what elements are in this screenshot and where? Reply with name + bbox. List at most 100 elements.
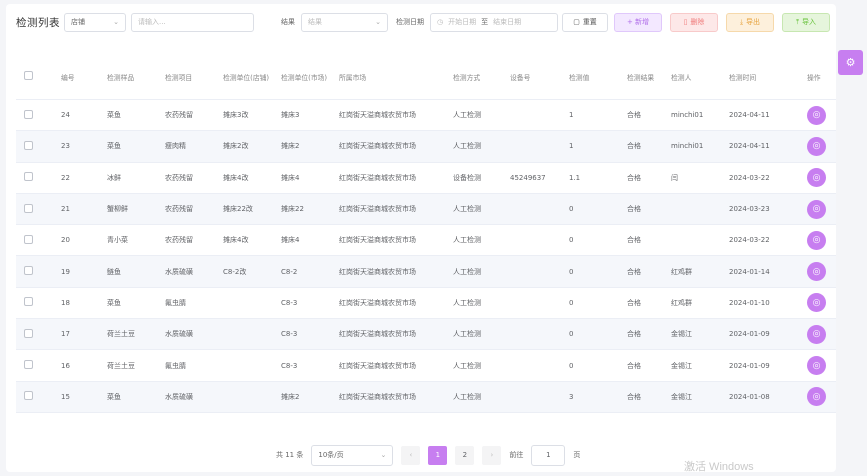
cell-unit_market: 摊床2 xyxy=(281,392,300,401)
cell-method: 人工检测 xyxy=(453,111,481,120)
cell-id: 24 xyxy=(61,111,70,120)
header-cell: 检测样品 xyxy=(107,73,135,82)
cell-id: 19 xyxy=(61,267,70,276)
row-action-button[interactable]: ◎ xyxy=(807,387,826,407)
row-select-cell[interactable] xyxy=(16,234,57,246)
cell-market: 红岗街天溢商城农贸市场 xyxy=(339,111,416,120)
checkbox[interactable] xyxy=(24,234,33,244)
cell-sample: 蟹柳鲜 xyxy=(107,205,128,214)
cell-actions: ◎ xyxy=(803,293,833,313)
more-icon: ◎ xyxy=(812,235,821,246)
row-action-button[interactable]: ◎ xyxy=(807,324,826,344)
cell-value: 3 xyxy=(569,392,574,401)
cell-result: 合格 xyxy=(627,205,641,214)
page-button-2[interactable]: 2 xyxy=(455,445,475,465)
checkbox[interactable] xyxy=(24,360,33,370)
row-action-button[interactable]: ◎ xyxy=(807,199,826,219)
cell-market: 红岗街天溢商城农贸市场 xyxy=(339,173,416,182)
row-action-button[interactable]: ◎ xyxy=(807,105,826,125)
add-label: + 新增 xyxy=(626,18,650,26)
checkbox[interactable] xyxy=(24,109,33,119)
row-action-button[interactable]: ◎ xyxy=(807,230,826,250)
row-select-cell[interactable] xyxy=(16,140,57,152)
header-cell: 检测结果 xyxy=(627,73,655,82)
checkbox[interactable] xyxy=(24,140,33,150)
row-select-cell[interactable] xyxy=(16,391,57,402)
checkbox[interactable] xyxy=(24,391,33,401)
row-select-cell[interactable] xyxy=(16,297,57,308)
cell-sample: 菜鱼 xyxy=(107,111,121,120)
next-page-button[interactable]: › xyxy=(482,445,502,465)
cell-unit_shop: 摊床22改 xyxy=(223,205,253,214)
cell-method: 人工检测 xyxy=(453,205,481,214)
date-range-picker[interactable]: ◷ 开始日期 至 结束日期 xyxy=(430,12,558,32)
cell-sample: 青小菜 xyxy=(107,236,128,245)
cell-unit_shop: C8-2改 xyxy=(223,267,247,276)
export-button[interactable]: ⤓ 导出 xyxy=(726,12,774,32)
row-action-button[interactable]: ◎ xyxy=(807,136,826,156)
checkbox[interactable] xyxy=(24,172,33,182)
table-row: 23 菜鱼 瘦肉精 摊床2改 摊床2 红岗街天溢商城农贸市场 人工检测 1 合格 minchi01… xyxy=(16,131,836,163)
row-select-cell[interactable] xyxy=(16,203,57,215)
cell-time: 2024-01-09 xyxy=(729,361,770,370)
table-body: 24 菜鱼 农药残留 摊床3改 摊床3 红岗街天溢商城农贸市场 人工检测 1 合格 minchi0… xyxy=(16,100,836,413)
add-button[interactable]: + 新增 xyxy=(614,12,662,32)
goto-page-input[interactable]: 1 xyxy=(531,444,566,466)
checkbox[interactable] xyxy=(24,266,33,276)
row-select-cell[interactable] xyxy=(16,266,57,277)
row-action-button[interactable]: ◎ xyxy=(807,168,826,188)
cell-sample: 菜鱼 xyxy=(107,142,121,151)
table-row: 19 鲢鱼 水质硫磺 C8-2改 C8-2 红岗街天溢商城农贸市场 人工检测 0 合格 红鸡群 20… xyxy=(16,256,836,288)
cell-unit_market: 摊床22 xyxy=(281,205,304,214)
filter-type-select[interactable]: 店铺 ⌄ xyxy=(64,12,126,32)
row-select-cell[interactable] xyxy=(16,328,57,340)
checkbox[interactable] xyxy=(24,71,33,80)
cell-result: 合格 xyxy=(627,267,641,276)
date-end-placeholder: 结束日期 xyxy=(493,18,522,26)
import-button[interactable]: ⤒ 导入 xyxy=(782,12,830,32)
cell-time: 2024-04-11 xyxy=(729,111,770,120)
cell-id: 17 xyxy=(61,330,70,339)
row-select-cell[interactable] xyxy=(16,172,57,183)
header-cell: 检测单位(市场) xyxy=(281,73,328,82)
reset-button[interactable]: ▢ 重置 xyxy=(562,12,608,32)
more-icon: ◎ xyxy=(812,360,821,371)
checkbox[interactable] xyxy=(24,297,33,307)
chevron-down-icon: ⌄ xyxy=(380,451,387,459)
cell-method: 人工检测 xyxy=(453,392,481,401)
cell-item: 水质硫磺 xyxy=(165,392,193,401)
row-select-cell[interactable] xyxy=(16,360,57,371)
header-cell: 检测值 xyxy=(569,73,590,82)
cell-unit_market: C8-3 xyxy=(281,330,298,339)
data-table: 编号 检测样品 检测项目 检测单位(店铺) 检测单位(市场) 所属市场 检测方式… xyxy=(16,56,836,413)
header-select-all[interactable] xyxy=(16,71,57,84)
delete-button[interactable]: ▯ 删除 xyxy=(670,12,718,32)
checkbox[interactable] xyxy=(24,328,33,338)
cell-time: 2024-03-22 xyxy=(729,236,770,245)
page-button-1[interactable]: 1 xyxy=(428,445,448,465)
result-select[interactable]: 结果 ⌄ xyxy=(301,12,388,32)
cell-item: 氟虫腈 xyxy=(165,298,186,307)
settings-side-button[interactable]: ⚙ xyxy=(838,50,863,75)
cell-unit_market: 摊床4 xyxy=(281,173,300,182)
cell-inspector: 闫 xyxy=(671,173,678,182)
cell-unit_shop: 摊床4改 xyxy=(223,236,249,245)
cell-item: 农药残留 xyxy=(165,236,193,245)
prev-page-button[interactable]: ‹ xyxy=(401,445,421,465)
table-row: 17 荷兰土豆 水质硫磺 C8-3 红岗街天溢商城农贸市场 人工检测 0 合格 金锡江 2024-… xyxy=(16,319,836,351)
cell-value: 1 xyxy=(569,142,574,151)
header-cell: 编号 xyxy=(61,73,75,82)
row-select-cell[interactable] xyxy=(16,109,57,121)
row-action-button[interactable]: ◎ xyxy=(807,293,826,313)
search-input[interactable]: 请输入... xyxy=(131,12,254,32)
table-row: 20 青小菜 农药残留 摊床4改 摊床4 红岗街天溢商城农贸市场 人工检测 0 合格 2024-0… xyxy=(16,225,836,257)
row-action-button[interactable]: ◎ xyxy=(807,356,826,376)
checkbox[interactable] xyxy=(24,203,33,213)
row-action-button[interactable]: ◎ xyxy=(807,262,826,282)
cell-item: 农药残留 xyxy=(165,111,193,120)
export-label: 导出 xyxy=(746,18,761,26)
page-size-select[interactable]: 10条/页 ⌄ xyxy=(311,444,394,466)
cell-market: 红岗街天溢商城农贸市场 xyxy=(339,205,416,214)
cell-unit_shop: 摊床3改 xyxy=(223,111,249,120)
cell-inspector: 红鸡群 xyxy=(671,267,692,276)
